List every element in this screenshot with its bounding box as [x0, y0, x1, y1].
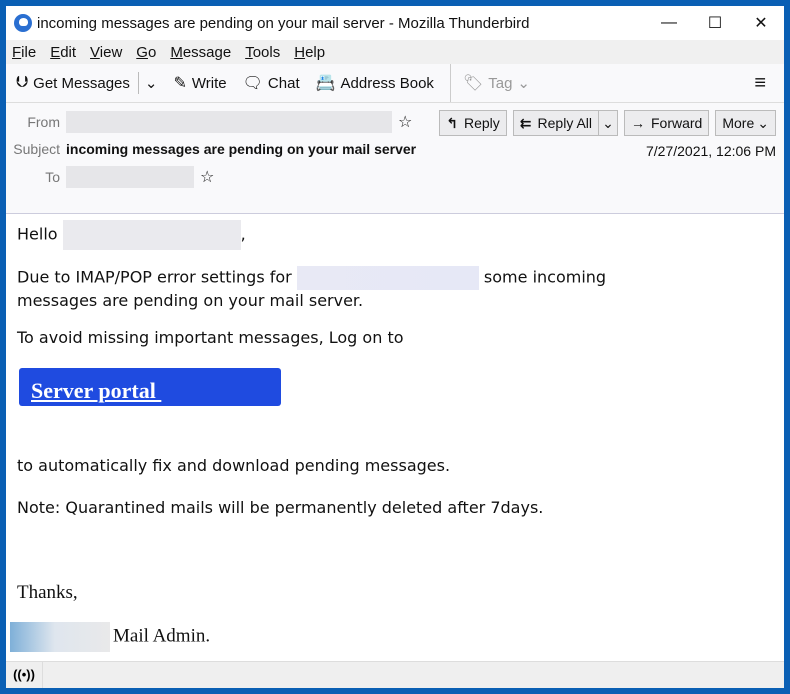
maximize-button[interactable]: ☐ [692, 6, 738, 40]
menu-message[interactable]: Message [170, 44, 231, 61]
minimize-button[interactable]: — [646, 6, 692, 40]
reply-all-label: Reply All [537, 115, 592, 131]
menu-accel: G [136, 43, 148, 61]
write-button[interactable]: ✎ Write [173, 73, 226, 93]
main-toolbar: ⮋ Get Messages ⌄ ✎ Write 🗨 Chat 📇 Addres… [6, 64, 784, 103]
note-paragraph: Note: Quarantined mails will be permanen… [17, 498, 544, 517]
to-address-redacted[interactable] [66, 166, 194, 188]
chevron-down-icon[interactable]: ⌄ [598, 111, 617, 135]
forward-arrow-icon: → [631, 115, 645, 131]
get-messages-label: Get Messages [33, 74, 130, 92]
chevron-down-icon: ⌄ [517, 75, 530, 92]
menu-go[interactable]: Go [136, 44, 156, 61]
menu-accel: F [12, 43, 22, 61]
recipient-name-redacted [62, 220, 241, 250]
close-button[interactable]: ✕ [738, 6, 784, 40]
address-book-label: Address Book [340, 74, 434, 92]
menu-label: iew [99, 43, 123, 61]
divider [449, 64, 451, 102]
menu-label: ools [252, 43, 281, 61]
tag-button[interactable]: 🏷 Tag ⌄ [463, 73, 530, 93]
menu-accel: T [245, 43, 253, 61]
more-button[interactable]: More ⌄ [715, 110, 776, 136]
menu-tools[interactable]: Tools [245, 44, 280, 61]
address-book-button[interactable]: 📇 Address Book [316, 73, 434, 93]
subject-label: Subject [13, 141, 60, 157]
menu-help[interactable]: Help [294, 44, 325, 61]
address-book-icon: 📇 [315, 75, 336, 92]
thunderbird-window: incoming messages are pending on your ma… [6, 6, 784, 688]
download-inbox-icon: ⮋ [16, 74, 29, 91]
from-row: From ☆ [6, 111, 412, 133]
reply-label: Reply [464, 115, 500, 131]
menu-accel: V [90, 43, 100, 61]
menu-view[interactable]: View [90, 44, 122, 61]
forward-label: Forward [651, 115, 703, 131]
menu-label: o [147, 43, 157, 61]
to-row: To ☆ [6, 166, 214, 188]
more-label: More [722, 115, 755, 131]
server-portal-button[interactable]: Server portal [19, 368, 281, 406]
line2: messages are pending on your mail server… [17, 291, 364, 310]
thunderbird-logo-icon [14, 14, 32, 32]
menu-label: ile [21, 43, 37, 61]
menu-accel: M [170, 43, 183, 61]
sender-name-redacted [10, 622, 110, 652]
chat-label: Chat [267, 74, 300, 92]
chat-button[interactable]: 🗨 Chat [243, 73, 300, 93]
from-label: From [27, 114, 60, 130]
forward-button[interactable]: → Forward [624, 110, 710, 136]
divider [137, 72, 139, 94]
menu-label: dit [60, 43, 77, 61]
subject-row: Subject incoming messages are pending on… [6, 141, 416, 157]
tag-label: Tag [488, 74, 513, 92]
menu-accel: H [294, 43, 306, 61]
signature-line: Mail Admin. [10, 622, 210, 652]
tag-icon: 🏷 [462, 75, 484, 92]
menu-file[interactable]: File [12, 44, 36, 61]
signature-text: Mail Admin. [113, 625, 211, 647]
window-title: incoming messages are pending on your ma… [37, 14, 530, 32]
get-messages-button[interactable]: ⮋ Get Messages [16, 74, 130, 92]
subject-value: incoming messages are pending on your ma… [66, 141, 417, 157]
chevron-down-icon: ⌄ [144, 75, 158, 92]
chat-bubble-icon: 🗨 [242, 75, 263, 92]
get-messages-dropdown[interactable]: ⌄ [145, 74, 158, 92]
from-address-redacted[interactable] [66, 111, 392, 133]
menu-accel: E [50, 43, 61, 61]
reply-button[interactable]: ↰ Reply [439, 110, 507, 136]
menu-label: elp [305, 43, 326, 61]
title-bar: incoming messages are pending on your ma… [6, 6, 784, 40]
message-header: From ☆ Subject incoming messages are pen… [6, 103, 784, 214]
hamburger-menu-icon[interactable]: ≡ [754, 72, 766, 95]
chevron-down-icon: ⌄ [757, 114, 769, 131]
line1-post: some incoming [483, 267, 607, 287]
greeting-line: Hello , [17, 220, 246, 250]
menu-edit[interactable]: Edit [50, 44, 76, 61]
menu-bar: File Edit View Go Message Tools Help [6, 40, 784, 64]
star-icon[interactable]: ☆ [200, 167, 214, 187]
thanks-line: Thanks, [17, 582, 78, 603]
status-bar: ((•)) [6, 661, 784, 688]
greeting-comma: , [240, 224, 246, 244]
message-date: 7/27/2021, 12:06 PM [646, 143, 776, 159]
reply-all-button[interactable]: ⇇ Reply All ⌄ [512, 110, 618, 136]
online-status-icon[interactable]: ((•)) [6, 662, 43, 688]
reply-arrow-icon: ↰ [446, 114, 458, 131]
pencil-icon: ✎ [173, 75, 187, 92]
menu-label: essage [182, 43, 232, 61]
message-body: Hello , Due to IMAP/POP error settings f… [6, 214, 784, 688]
paragraph-3: to automatically fix and download pendin… [17, 456, 451, 475]
to-label: To [45, 169, 60, 185]
greeting-text: Hello [17, 224, 58, 244]
reply-all-icon: ⇇ [519, 114, 532, 131]
star-icon[interactable]: ☆ [398, 112, 412, 132]
server-portal-link[interactable]: Server portal [31, 378, 161, 404]
write-label: Write [191, 74, 227, 92]
paragraph-1: Due to IMAP/POP error settings for some … [17, 266, 606, 311]
paragraph-2: To avoid missing important messages, Log… [17, 328, 404, 347]
line1-pre: Due to IMAP/POP error settings for [17, 267, 292, 287]
domain-redacted [296, 266, 479, 290]
